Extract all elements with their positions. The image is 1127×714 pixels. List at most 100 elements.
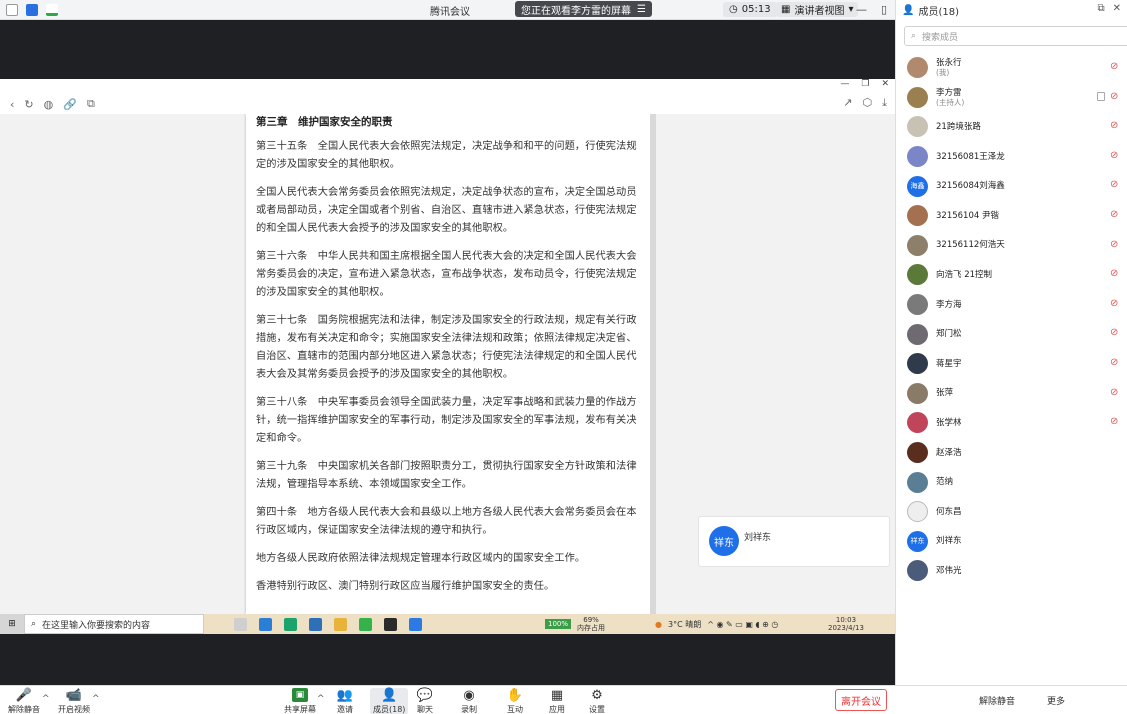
member-name: 向浩飞 21控制 <box>936 269 993 280</box>
member-row[interactable]: 32156104 尹锴 ⊘ <box>896 201 1127 231</box>
extension-icon: ⧉ <box>86 97 95 110</box>
chevron-up-icon[interactable]: ^ <box>42 694 50 704</box>
member-row[interactable]: 向浩飞 21控制 ⊘ <box>896 260 1127 290</box>
members-panel-header: 👤 成员(18) ⧉ ✕ <box>896 0 1127 20</box>
speaker-card[interactable]: 祥东 刘祥东 <box>698 516 890 567</box>
shield-icon[interactable] <box>26 3 38 16</box>
avatar <box>907 471 928 493</box>
invite-button[interactable]: 👥 邀请 <box>337 688 353 714</box>
member-row[interactable]: 李方雷 (主持人) ⊘ <box>896 83 1127 113</box>
member-text: 李方雷 (主持人) <box>928 88 964 107</box>
member-search-input[interactable]: ⌕ 搜索成员 <box>904 26 1127 46</box>
chat-label: 聊天 <box>417 705 433 714</box>
avatar <box>907 501 928 523</box>
more-button[interactable]: 更多 <box>1047 694 1065 707</box>
members-button[interactable]: 👤 成员(18) <box>370 688 409 714</box>
windows-taskbar: ⊞ ⌕ 在这里输入你要搜索的内容 100% 69% 内存占用 ● 3°C 晴朗 … <box>0 614 895 634</box>
member-name: 赵泽浩 <box>936 447 962 458</box>
member-text: 32156112何浩天 <box>928 240 1005 250</box>
cpu-percent: 69% <box>583 616 599 624</box>
member-name: 32156081王泽龙 <box>936 151 1005 162</box>
cpu-label: 内存占用 <box>577 624 606 632</box>
avatar: 海鑫 <box>907 175 928 197</box>
chat-button[interactable]: 💬 聊天 <box>417 688 433 714</box>
mute-button[interactable]: 🎤 解除静音 <box>8 688 40 714</box>
member-row[interactable]: 何东昌 <box>896 497 1127 527</box>
sidebar-toggle-icon[interactable]: ▯ <box>881 3 887 16</box>
apps-button[interactable]: ▦ 应用 <box>549 688 565 714</box>
popout-icon[interactable]: ⧉ <box>1097 3 1104 14</box>
video-button[interactable]: 📹 开启视频 <box>58 688 90 714</box>
member-row[interactable]: 郑门松 ⊘ <box>896 319 1127 349</box>
close-icon[interactable]: ✕ <box>1113 3 1121 14</box>
view-mode-select[interactable]: ▦ 演讲者视图 ▾ <box>776 2 859 17</box>
reactions-button[interactable]: ✋ 互动 <box>507 688 523 714</box>
member-row[interactable]: 赵泽浩 <box>896 438 1127 468</box>
member-text: 蒋星宇 <box>928 359 962 369</box>
member-name: 李方海 <box>936 299 962 310</box>
mic-off-icon: ⊘ <box>1110 149 1119 161</box>
meeting-timer: ◷ 05:13 <box>723 2 777 17</box>
mic-off-icon: ⊘ <box>1110 61 1119 72</box>
member-row[interactable]: 张学林 ⊘ <box>896 408 1127 438</box>
avatar <box>907 116 928 138</box>
signal-icon[interactable] <box>46 3 58 16</box>
avatar <box>907 234 928 256</box>
member-text: 张萍 <box>928 388 953 398</box>
member-role: (主持人) <box>936 97 965 107</box>
avatar <box>907 146 928 168</box>
member-text: 邓伟光 <box>928 566 962 576</box>
video-icon <box>1097 91 1105 101</box>
mic-off-icon: ⊘ <box>1110 416 1119 428</box>
settings-button[interactable]: ⚙ 设置 <box>589 688 605 714</box>
member-row[interactable]: 32156112何浩天 ⊘ <box>896 231 1127 261</box>
share-notice[interactable]: 您正在观看李方雷的屏幕 ☰ <box>515 1 652 17</box>
unmute-all-button[interactable]: 解除静音 <box>979 694 1015 707</box>
member-text: 32156084刘海鑫 <box>928 181 1005 191</box>
chevron-up-icon[interactable]: ^ <box>92 694 100 704</box>
member-text: 刘祥东 <box>928 536 962 546</box>
member-row[interactable]: 范纳 <box>896 467 1127 497</box>
avatar <box>907 86 928 108</box>
member-row[interactable]: 张永行 (我) ⊘ <box>896 53 1127 83</box>
share-screen-button[interactable]: ▣ 共享屏幕 <box>284 688 316 714</box>
menu-icon[interactable]: ☰ <box>637 4 646 15</box>
member-row[interactable]: 李方海 ⊘ <box>896 290 1127 320</box>
link-icon: 🔗 <box>63 97 77 111</box>
avatar <box>907 353 928 375</box>
paragraph: 第三十八条 中央军事委员会领导全国武装力量，决定军事战略和武装力量的作战方针，统… <box>256 397 637 444</box>
member-row[interactable]: 祥东 刘祥东 <box>896 527 1127 557</box>
member-name: 李方雷 <box>936 87 962 98</box>
shared-screen: — ❐ ✕ ‹ ↻ ◍ 🔗 ⧉ ↗ ⬡ ⤓ 第三章 维护国家安全的职责 第三十五… <box>0 79 895 634</box>
member-row[interactable]: 海鑫 32156084刘海鑫 ⊘ <box>896 171 1127 201</box>
member-row[interactable]: 张萍 ⊘ <box>896 379 1127 409</box>
restore-icon: ❐ <box>861 79 870 89</box>
member-row[interactable]: 蒋星宇 ⊘ <box>896 349 1127 379</box>
layout-icon: ▦ <box>781 4 791 15</box>
member-row[interactable]: 21跨境张路 ⊘ <box>896 112 1127 142</box>
timer-value: 05:13 <box>741 4 771 15</box>
edge-icon <box>259 617 272 631</box>
meeting-app-icon <box>409 617 422 631</box>
leave-meeting-button[interactable]: 离开会议 <box>835 689 887 711</box>
record-button[interactable]: ◉ 录制 <box>461 688 477 714</box>
battery-indicator: 100% <box>545 619 572 629</box>
view-mode-label: 演讲者视图 <box>794 6 845 17</box>
member-name: 32156104 尹锴 <box>936 210 999 221</box>
minimize-icon[interactable]: — <box>856 3 867 16</box>
avatar <box>907 294 928 316</box>
member-row[interactable]: 32156081王泽龙 ⊘ <box>896 142 1127 172</box>
taskbar-search: ⌕ 在这里输入你要搜索的内容 <box>24 614 204 634</box>
paragraph: 第三十六条 中华人民共和国主席根据全国人民代表大会的决定和全国人民代表大会常务委… <box>256 251 637 298</box>
shared-window-titlebar: — ❐ ✕ <box>0 79 895 92</box>
chapter-heading: 第三章 维护国家安全的职责 <box>256 116 393 128</box>
weather-icon: ● <box>655 619 662 629</box>
member-row[interactable]: 邓伟光 <box>896 556 1127 586</box>
avatar: 祥东 <box>907 530 928 552</box>
folder-icon <box>334 617 347 631</box>
grid-icon[interactable] <box>6 3 18 16</box>
mic-off-icon: ⊘ <box>1110 238 1119 250</box>
wechat-icon <box>359 617 372 631</box>
chevron-up-icon[interactable]: ^ <box>317 694 325 704</box>
paragraph: 第四十条 地方各级人民代表大会和县级以上地方各级人民代表大会常务委员会在本行政区… <box>256 507 637 536</box>
